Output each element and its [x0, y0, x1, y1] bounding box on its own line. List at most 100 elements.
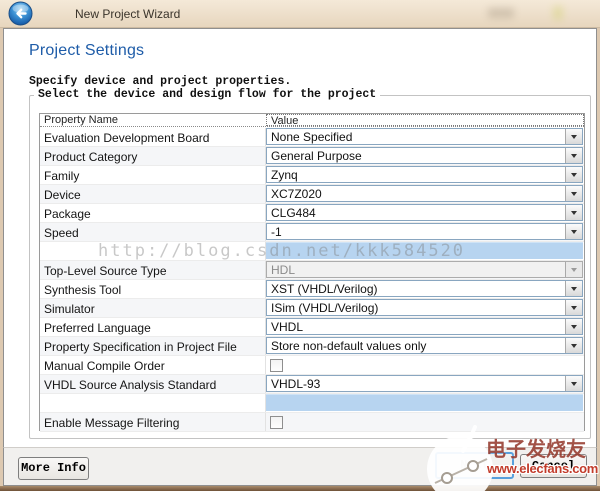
- titlebar-artifact: [488, 8, 514, 18]
- chevron-down-icon[interactable]: [565, 300, 582, 315]
- page-title: Project Settings: [29, 42, 144, 60]
- dropdown-triangle: [571, 382, 577, 389]
- table-row: Speed-1: [40, 223, 584, 242]
- dropdown-triangle: [571, 325, 577, 332]
- value-combobox[interactable]: VHDL: [266, 318, 583, 335]
- window-title: New Project Wizard: [75, 7, 180, 21]
- table-body: Evaluation Development Board None Specifi…: [40, 128, 584, 430]
- property-name-cell: Evaluation Development Board: [40, 128, 266, 146]
- cancel-button[interactable]: Cancel: [520, 454, 587, 478]
- table-row: Family Zynq: [40, 166, 584, 185]
- chevron-down-icon[interactable]: [565, 376, 582, 391]
- property-name-cell: Property Specification in Project File: [40, 337, 266, 355]
- dropdown-triangle: [571, 344, 577, 351]
- property-value-cell: [266, 242, 584, 260]
- property-value-cell: XC7Z020: [266, 185, 584, 203]
- more-info-button[interactable]: More Info: [18, 457, 89, 480]
- property-name-cell: VHDL Source Analysis Standard: [40, 375, 266, 393]
- chevron-down-icon[interactable]: [565, 129, 582, 144]
- combobox-selected-value: XC7Z020: [271, 187, 322, 202]
- table-row: Product CategoryGeneral Purpose: [40, 147, 584, 166]
- column-header-value: Value: [266, 114, 584, 126]
- combobox-selected-value: Zynq: [271, 168, 298, 183]
- back-button[interactable]: [8, 1, 33, 26]
- combobox-selected-value: XST (VHDL/Verilog): [271, 282, 377, 297]
- table-row: Evaluation Development Board None Specifi…: [40, 128, 584, 147]
- dropdown-triangle: [571, 192, 577, 199]
- property-name-cell: Device: [40, 185, 266, 203]
- table-row: Package CLG484: [40, 204, 584, 223]
- property-value-cell: VHDL-93: [266, 375, 584, 393]
- table-row: Top-Level Source TypeHDL: [40, 261, 584, 280]
- chevron-down-icon: [565, 262, 582, 277]
- value-checkbox[interactable]: [270, 416, 283, 429]
- wizard-page: Project Settings Specify device and proj…: [3, 28, 597, 447]
- property-value-cell: None Specified: [266, 128, 584, 146]
- value-combobox[interactable]: XST (VHDL/Verilog): [266, 280, 583, 297]
- combobox-selected-value: -1: [271, 225, 282, 240]
- property-name-cell: Product Category: [40, 147, 266, 165]
- value-combobox[interactable]: -1: [266, 223, 583, 240]
- property-value-cell: [266, 413, 584, 431]
- property-name-cell: Enable Message Filtering: [40, 413, 266, 431]
- chevron-down-icon[interactable]: [565, 224, 582, 239]
- combobox-selected-value: ISim (VHDL/Verilog): [271, 301, 378, 316]
- property-name-cell: Package: [40, 204, 266, 222]
- property-value-cell: Store non-default values only: [266, 337, 584, 355]
- property-value-cell: -1: [266, 223, 584, 241]
- property-name-cell: Simulator: [40, 299, 266, 317]
- chevron-down-icon[interactable]: [565, 167, 582, 182]
- combobox-selected-value: VHDL-93: [271, 377, 320, 392]
- value-combobox[interactable]: CLG484: [266, 204, 583, 221]
- dropdown-triangle: [571, 173, 577, 180]
- value-combobox[interactable]: VHDL-93: [266, 375, 583, 392]
- value-combobox[interactable]: Zynq: [266, 166, 583, 183]
- dropdown-triangle: [571, 287, 577, 294]
- column-header-property-name: Property Name: [40, 114, 266, 126]
- dropdown-triangle: [571, 135, 577, 142]
- new-project-wizard-window: New Project Wizard Project Settings Spec…: [0, 0, 600, 491]
- table-header-row: Property Name Value: [40, 114, 584, 127]
- properties-table: Property Name Value Evaluation Developme…: [39, 113, 585, 431]
- property-value-cell: [266, 356, 584, 374]
- combobox-selected-value: None Specified: [271, 130, 352, 145]
- table-row: [40, 394, 584, 413]
- property-value-cell: ISim (VHDL/Verilog): [266, 299, 584, 317]
- table-row: Simulator ISim (VHDL/Verilog): [40, 299, 584, 318]
- selected-empty-value-cell[interactable]: [266, 242, 583, 259]
- value-combobox[interactable]: XC7Z020: [266, 185, 583, 202]
- table-row: Manual Compile Order: [40, 356, 584, 375]
- dropdown-triangle: [571, 306, 577, 313]
- window-bottom-border: [0, 486, 600, 491]
- property-value-cell: XST (VHDL/Verilog): [266, 280, 584, 298]
- button-bar: More Info Next Cancel: [3, 447, 597, 486]
- selected-empty-value-cell[interactable]: [266, 394, 583, 411]
- chevron-down-icon[interactable]: [565, 281, 582, 296]
- property-name-cell: Manual Compile Order: [40, 356, 266, 374]
- table-row: Device XC7Z020: [40, 185, 584, 204]
- combobox-selected-value: CLG484: [271, 206, 316, 221]
- next-button[interactable]: Next: [435, 452, 514, 479]
- table-row: Enable Message Filtering: [40, 413, 584, 432]
- value-combobox[interactable]: None Specified: [266, 128, 583, 145]
- property-value-cell: [266, 394, 584, 412]
- table-row: Preferred LanguageVHDL: [40, 318, 584, 337]
- value-combobox[interactable]: ISim (VHDL/Verilog): [266, 299, 583, 316]
- chevron-down-icon[interactable]: [565, 319, 582, 334]
- table-row: VHDL Source Analysis Standard VHDL-93: [40, 375, 584, 394]
- dropdown-triangle: [571, 211, 577, 218]
- property-value-cell: Zynq: [266, 166, 584, 184]
- value-checkbox[interactable]: [270, 359, 283, 372]
- combobox-selected-value: VHDL: [271, 320, 303, 335]
- property-name-cell: Family: [40, 166, 266, 184]
- value-combobox: HDL: [266, 261, 583, 278]
- property-value-cell: HDL: [266, 261, 584, 279]
- value-combobox[interactable]: General Purpose: [266, 147, 583, 164]
- chevron-down-icon[interactable]: [565, 205, 582, 220]
- chevron-down-icon[interactable]: [565, 148, 582, 163]
- value-combobox[interactable]: Store non-default values only: [266, 337, 583, 354]
- chevron-down-icon[interactable]: [565, 186, 582, 201]
- chevron-down-icon[interactable]: [565, 338, 582, 353]
- combobox-selected-value: HDL: [271, 263, 295, 278]
- property-name-cell: [40, 394, 266, 412]
